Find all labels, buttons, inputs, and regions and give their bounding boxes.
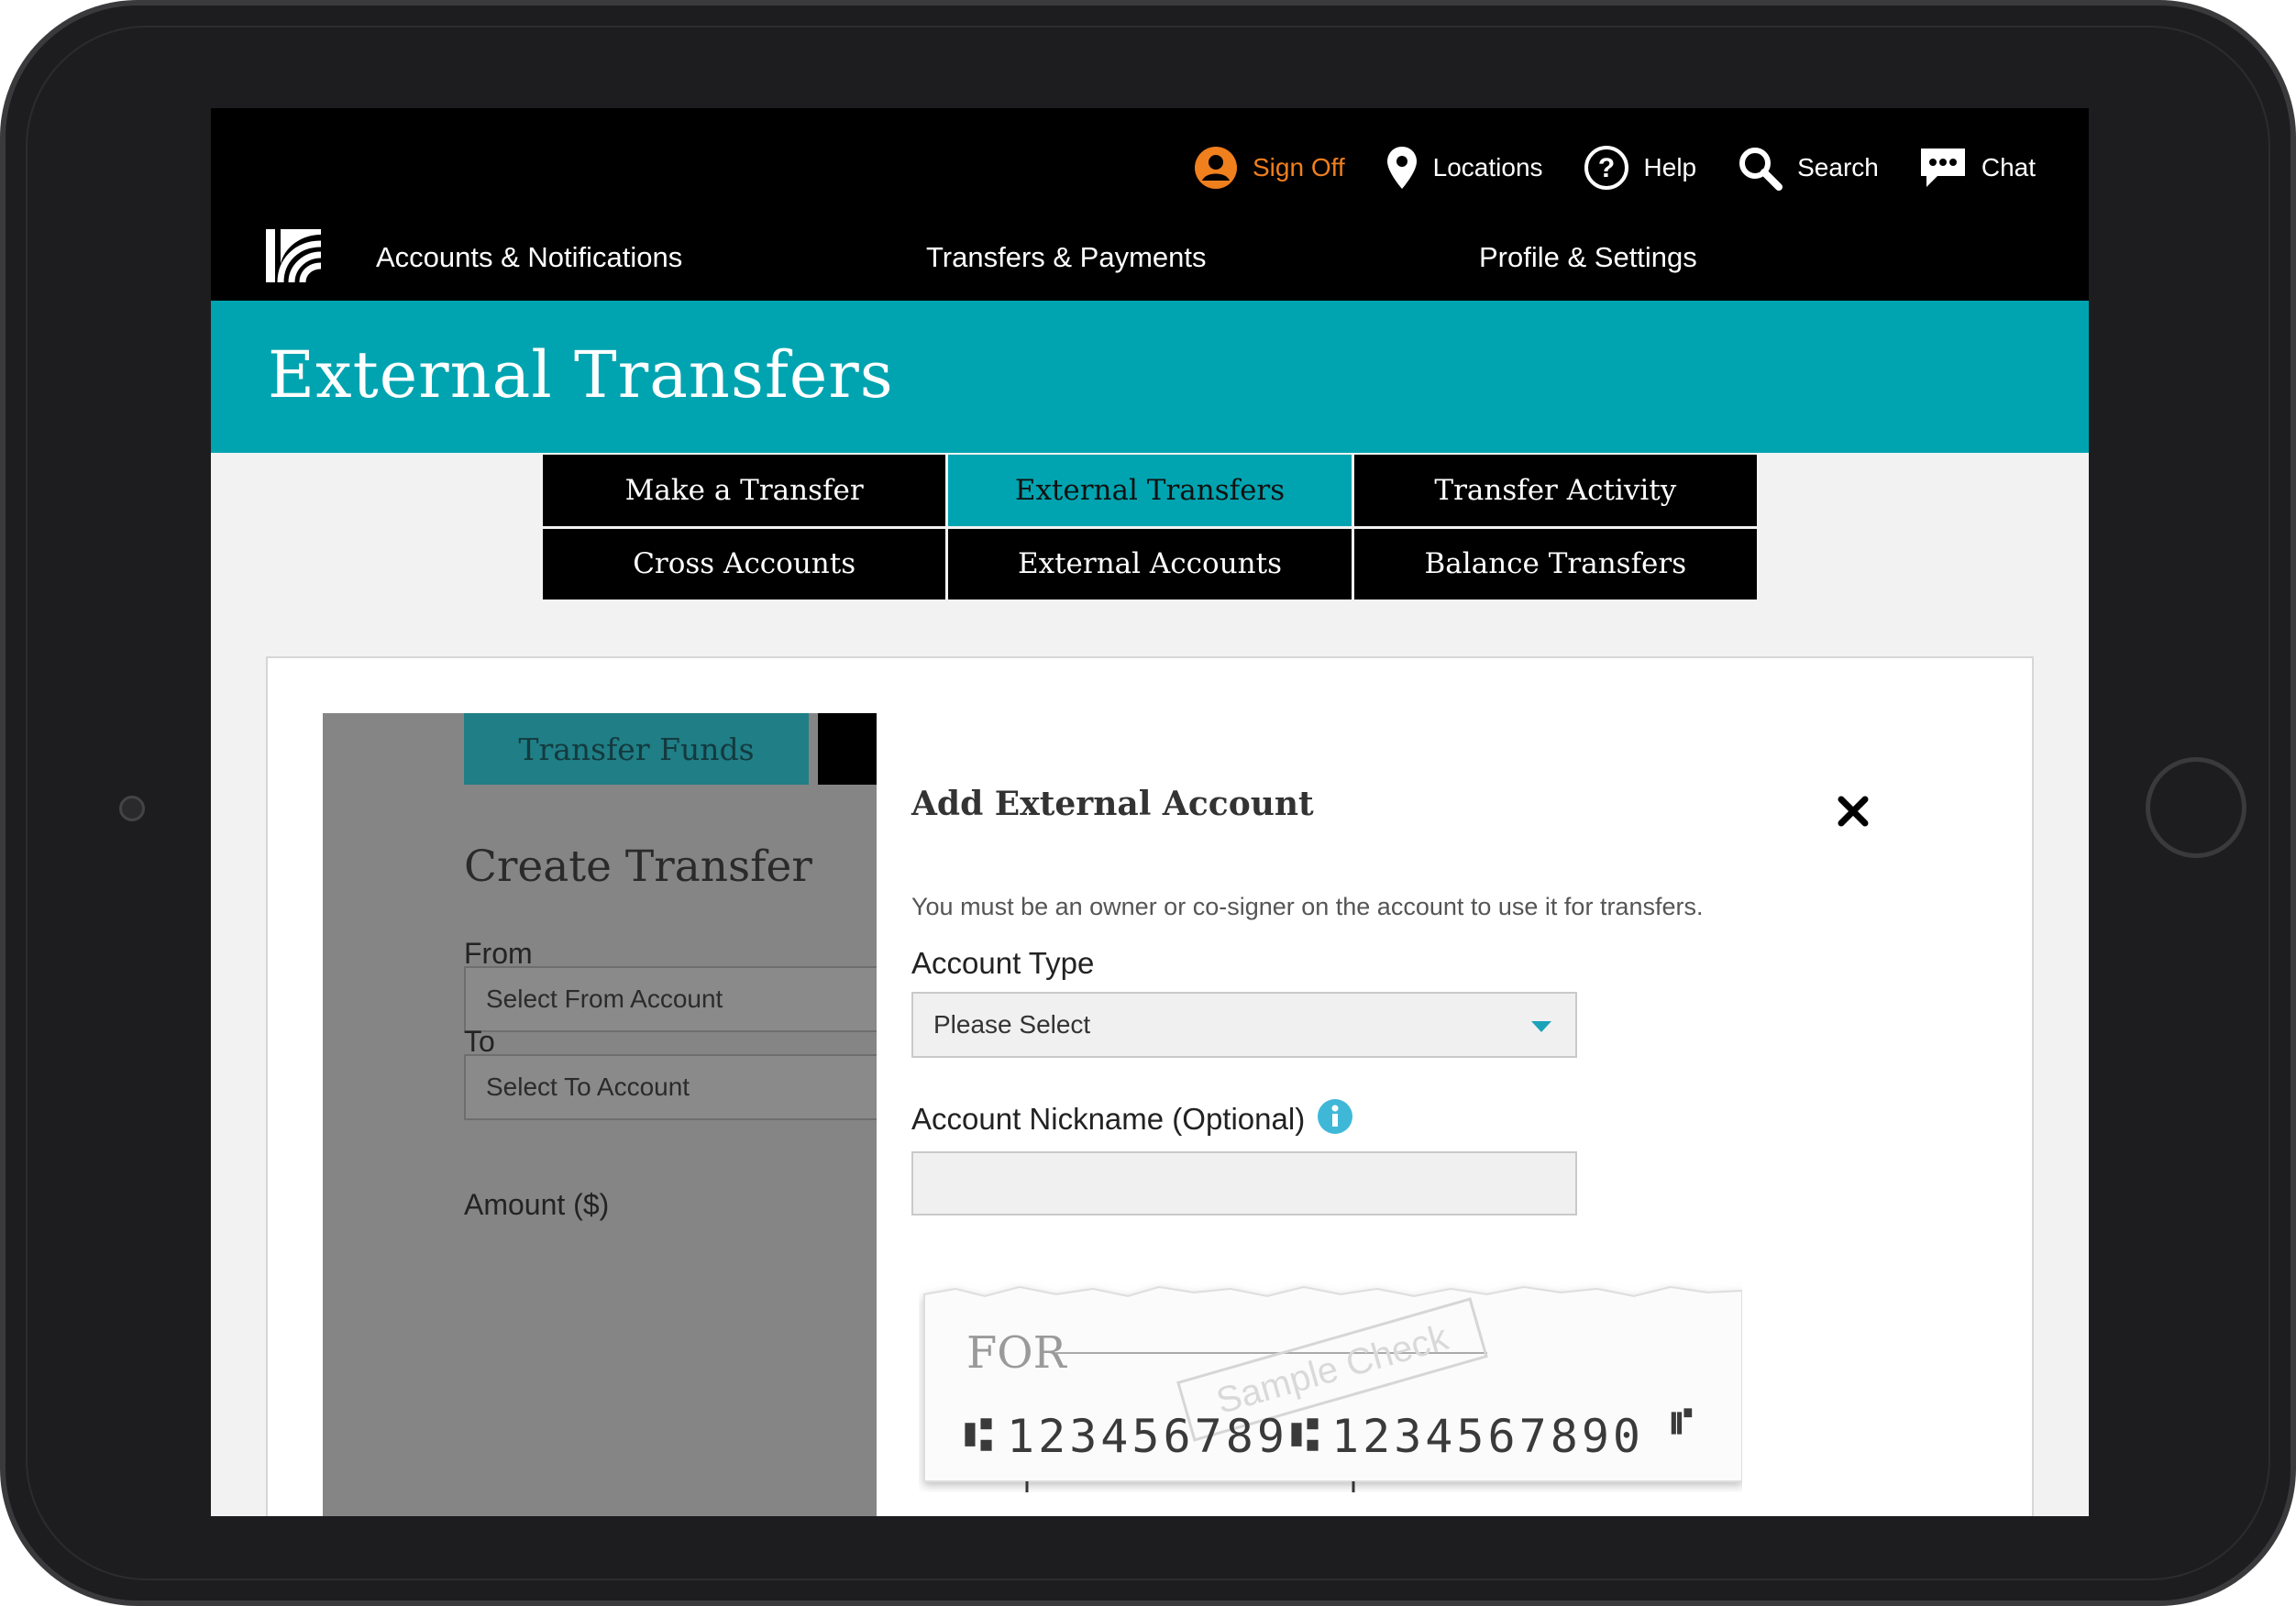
modal-title: Add External Account	[911, 785, 1314, 823]
camera-icon	[119, 796, 145, 821]
search-link[interactable]: Search	[1737, 145, 1879, 191]
svg-text:?: ?	[1597, 153, 1614, 183]
account-type-select[interactable]: Please Select	[911, 992, 1577, 1058]
tab-external-accounts[interactable]: External Accounts	[948, 528, 1352, 600]
nav-profile-settings[interactable]: Profile & Settings	[1479, 241, 1697, 274]
user-circle-icon	[1195, 147, 1237, 189]
locations-label: Locations	[1432, 153, 1543, 182]
tab-secondary	[818, 713, 877, 785]
to-account-value: Select To Account	[486, 1072, 690, 1101]
routing-number: 123456789	[1007, 1410, 1288, 1463]
create-transfer-form-overlay: Transfer Funds Create Transfer From Sele…	[323, 713, 895, 1516]
tab-transfer-funds: Transfer Funds	[464, 713, 809, 785]
question-circle-icon: ?	[1584, 146, 1628, 190]
nav-accounts-notifications[interactable]: Accounts & Notifications	[376, 241, 926, 274]
account-type-label: Account Type	[911, 946, 1095, 980]
from-account-value: Select From Account	[486, 984, 723, 1013]
tab-external-transfers[interactable]: External Transfers	[948, 455, 1352, 526]
search-label: Search	[1797, 153, 1879, 182]
tablet-frame: Sign Off Locations ? Help Search Chat Ac…	[0, 0, 2296, 1606]
sign-off-link[interactable]: Sign Off	[1194, 146, 1345, 190]
bank-logo[interactable]	[266, 227, 323, 284]
sample-check: FOR Sample Check ⑆ 123456789 ⑆ 123456789…	[919, 1282, 1742, 1502]
map-pin-icon	[1386, 147, 1417, 189]
screen: Sign Off Locations ? Help Search Chat Ac…	[211, 108, 2089, 1516]
check-for-label: FOR	[966, 1327, 1066, 1379]
create-transfer-title: Create Transfer	[464, 842, 812, 892]
tab-cross-accounts[interactable]: Cross Accounts	[543, 528, 946, 600]
utility-nav: Sign Off Locations ? Help Search Chat	[1154, 145, 2036, 191]
chat-label: Chat	[1981, 153, 2036, 182]
account-nickname-input[interactable]	[911, 1151, 1577, 1216]
tab-transfer-activity[interactable]: Transfer Activity	[1353, 455, 1757, 526]
chat-link[interactable]: Chat	[1919, 145, 2036, 191]
transit-symbol-icon: ⑆	[1291, 1408, 1319, 1461]
transfer-subtabs: Make a Transfer External Transfers Trans…	[543, 455, 1757, 600]
account-nickname-label: Account Nickname (Optional)	[911, 1102, 1306, 1136]
to-account-select: Select To Account	[464, 1054, 895, 1120]
tab-balance-transfers[interactable]: Balance Transfers	[1353, 528, 1757, 600]
home-button[interactable]	[2146, 757, 2246, 858]
page-title: External Transfers	[268, 337, 894, 412]
close-icon[interactable]	[1830, 788, 1876, 834]
title-band: External Transfers	[211, 301, 2089, 453]
help-label: Help	[1643, 153, 1697, 182]
account-number: 1234567890	[1331, 1410, 1645, 1463]
top-header: Sign Off Locations ? Help Search Chat Ac…	[211, 108, 2089, 301]
account-type-value: Please Select	[933, 1010, 1091, 1039]
from-account-select: Select From Account	[464, 966, 895, 1032]
help-link[interactable]: ? Help	[1584, 145, 1697, 191]
nav-transfers-payments[interactable]: Transfers & Payments	[926, 241, 1479, 274]
chat-bubble-icon	[1920, 148, 1965, 187]
chevron-down-icon	[1531, 1021, 1551, 1032]
on-us-symbol-icon: ⑈	[1671, 1401, 1693, 1443]
add-external-account-modal: Add External Account You must be an owne…	[877, 713, 2004, 1516]
routing-symbol-icon: ⑆	[965, 1408, 992, 1461]
search-icon	[1739, 148, 1783, 191]
tab-make-a-transfer[interactable]: Make a Transfer	[543, 455, 946, 526]
sign-off-label: Sign Off	[1253, 153, 1345, 182]
locations-link[interactable]: Locations	[1385, 145, 1543, 191]
amount-label: Amount ($)	[464, 1188, 610, 1221]
info-icon[interactable]	[1317, 1098, 1353, 1135]
content-card: Transfer Funds Create Transfer From Sele…	[266, 656, 2034, 1516]
owner-notice: You must be an owner or co-signer on the…	[911, 893, 1704, 920]
main-nav: Accounts & Notifications Transfers & Pay…	[376, 241, 1697, 274]
